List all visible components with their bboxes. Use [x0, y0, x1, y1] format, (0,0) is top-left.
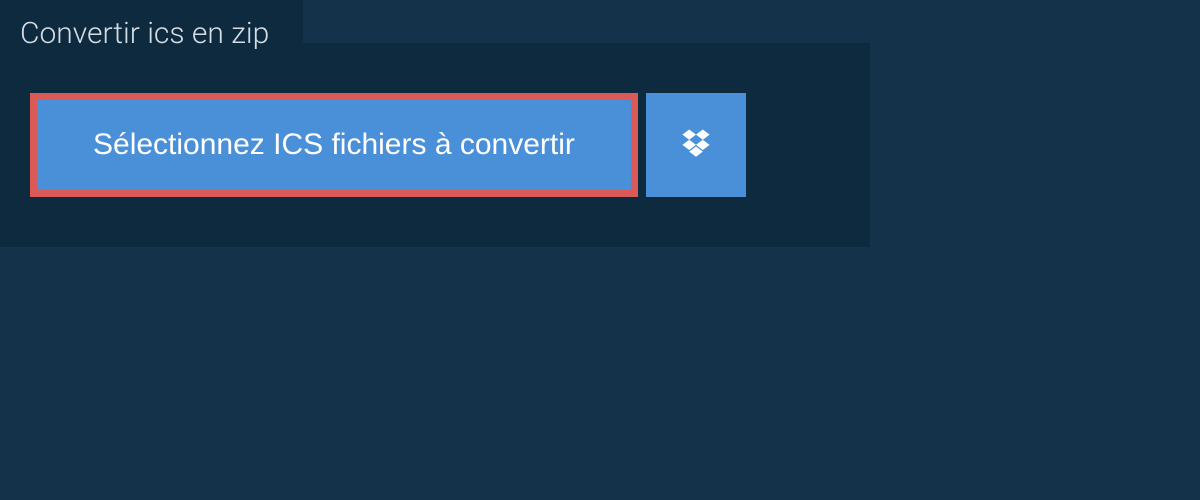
select-files-button[interactable]: Sélectionnez ICS fichiers à convertir: [37, 100, 631, 190]
converter-panel: Convertir ics en zip Sélectionnez ICS fi…: [0, 43, 870, 247]
dropbox-button[interactable]: [646, 93, 746, 197]
select-highlight-border: Sélectionnez ICS fichiers à convertir: [30, 93, 638, 197]
panel-content: Sélectionnez ICS fichiers à convertir: [0, 43, 870, 247]
select-files-label: Sélectionnez ICS fichiers à convertir: [93, 128, 575, 161]
tab-title: Convertir ics en zip: [20, 16, 269, 51]
dropbox-icon: [679, 127, 713, 164]
tab-convert[interactable]: Convertir ics en zip: [0, 0, 303, 67]
